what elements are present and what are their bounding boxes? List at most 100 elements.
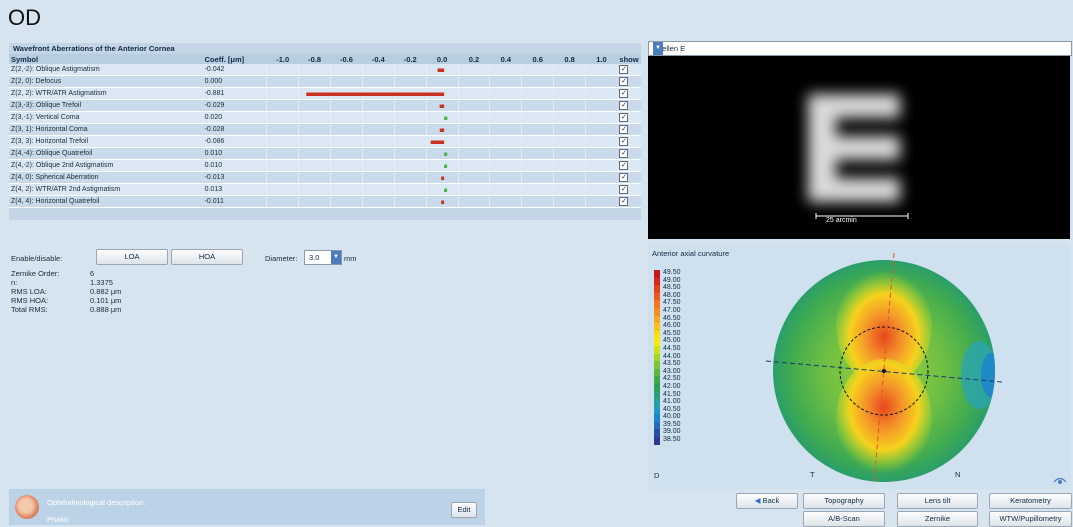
axis-tick: 0.6 [521, 54, 554, 64]
bar-cell [521, 135, 554, 148]
bar-cell [553, 111, 586, 124]
eye-title: OD [8, 5, 41, 30]
axis-tick: -0.6 [330, 54, 363, 64]
bar-cell [393, 183, 427, 196]
symbol-cell: Z(2, 2): WTR/ATR Astigmatism [9, 87, 203, 100]
bar-cell [585, 135, 618, 148]
diameter-label: Diameter: [265, 254, 298, 263]
symbol-cell: Z(4, 2): WTR/ATR 2nd Astigmatism [9, 183, 203, 196]
stat-label: Zernike Order: [11, 269, 60, 278]
optotype-select[interactable]: Snellen E ▼ [648, 41, 1072, 56]
zernike-button[interactable]: Zernike [897, 511, 978, 527]
show-cell: ✓ [617, 159, 641, 172]
stat-value: 0.882 μm [90, 287, 122, 296]
bar-cell [361, 135, 395, 148]
bar-cell [266, 147, 299, 160]
bar-cell [266, 123, 299, 136]
bar-cell [266, 171, 299, 184]
bar-cell [361, 183, 395, 196]
bar-cell [521, 147, 554, 160]
bar-cell [521, 99, 554, 112]
hoa-button[interactable]: HOA [171, 249, 243, 265]
axis-tick: 0.8 [553, 54, 586, 64]
table-row: Z(3,-1): Vertical Coma 0.020 ✓ [9, 111, 641, 124]
wtw-pupillometry-button[interactable]: WTW/Pupillometry [989, 511, 1072, 527]
table-row: Z(2, 0): Defocus 0.000 ✓ [9, 75, 641, 88]
bar-cell [425, 159, 459, 172]
bar-cell [266, 183, 299, 196]
loa-button[interactable]: LOA [96, 249, 168, 265]
show-checkbox[interactable]: ✓ [619, 137, 629, 146]
bar-cell [521, 195, 554, 208]
table-row: Z(4,-4): Oblique Quatrefoil 0.010 ✓ [9, 147, 641, 160]
eye-icon [15, 495, 39, 519]
bar-cell [298, 135, 331, 148]
show-checkbox[interactable]: ✓ [619, 101, 629, 110]
bar-cell [585, 99, 618, 112]
bar-cell [393, 195, 427, 208]
bar-cell [489, 111, 522, 124]
bar-cell [489, 183, 522, 196]
symbol-cell: Z(3,-1): Vertical Coma [9, 111, 203, 124]
table-row: Z(4, 4): Horizontal Quatrefoil -0.011 ✓ [9, 195, 641, 208]
eye-icon[interactable] [1053, 475, 1067, 485]
table-row: Z(4, 0): Spherical Aberration -0.013 ✓ [9, 171, 641, 184]
coeff-cell: 0.013 [202, 183, 267, 196]
show-checkbox[interactable]: ✓ [619, 89, 629, 98]
axis-tick: -0.2 [394, 54, 427, 64]
temporal-label: T [810, 470, 815, 479]
show-checkbox[interactable]: ✓ [619, 113, 629, 122]
bar-cell [489, 171, 522, 184]
coeff-cell: 0.020 [202, 111, 267, 124]
topography-button[interactable]: Topography [803, 493, 885, 509]
bar-cell [489, 87, 522, 100]
bar-cell [425, 64, 459, 76]
bar-cell [298, 123, 331, 136]
scale-label: 25 arcmin [826, 217, 857, 224]
bar-cell [457, 87, 490, 100]
show-checkbox[interactable]: ✓ [619, 149, 629, 158]
bar-cell [553, 183, 586, 196]
bar-cell [425, 147, 459, 160]
bar-cell [425, 111, 459, 124]
bar-cell [457, 147, 490, 160]
show-checkbox[interactable]: ✓ [619, 197, 629, 206]
bar-cell [330, 75, 363, 88]
wavefront-table: Symbol Coeff. [μm] -1.0 -0.8 -0.6 -0.4 -0.2 0… [9, 54, 641, 208]
edit-button[interactable]: Edit [451, 502, 477, 518]
keratometry-button[interactable]: Keratometry [989, 493, 1072, 509]
show-cell: ✓ [617, 195, 641, 208]
bar-cell [425, 75, 459, 88]
bar-cell [585, 123, 618, 136]
table-row: Z(3, 3): Horizontal Trefoil -0.086 ✓ [9, 135, 641, 148]
bar-cell [330, 147, 363, 160]
bar-cell [425, 171, 459, 184]
back-button[interactable]: ◀ Back [736, 493, 798, 509]
bar-cell [521, 75, 554, 88]
bar-cell [489, 99, 522, 112]
bar-cell [330, 135, 363, 148]
bar-cell [361, 75, 395, 88]
bar-cell [457, 195, 490, 208]
show-checkbox[interactable]: ✓ [619, 77, 629, 86]
show-checkbox[interactable]: ✓ [619, 125, 629, 134]
bar-cell [393, 123, 427, 136]
lens-tilt-button[interactable]: Lens tilt [897, 493, 978, 509]
bar-cell [553, 147, 586, 160]
coeff-cell: -0.028 [202, 123, 267, 136]
description-label: Ophthalmological description: [47, 498, 146, 507]
ab-scan-button[interactable]: A/B-Scan [803, 511, 885, 527]
show-checkbox[interactable]: ✓ [619, 161, 629, 170]
bar-cell [585, 159, 618, 172]
show-checkbox[interactable]: ✓ [619, 173, 629, 182]
bar-cell [361, 159, 395, 172]
show-cell: ✓ [617, 99, 641, 112]
show-checkbox[interactable]: ✓ [619, 185, 629, 194]
bar-cell [457, 99, 490, 112]
bar-cell [457, 111, 490, 124]
bar-cell [330, 64, 363, 76]
bar-cell [298, 111, 331, 124]
stat-label: RMS LOA: [11, 287, 47, 296]
show-checkbox[interactable]: ✓ [619, 65, 629, 74]
diameter-select[interactable]: 3.0 ▼ [304, 250, 342, 265]
